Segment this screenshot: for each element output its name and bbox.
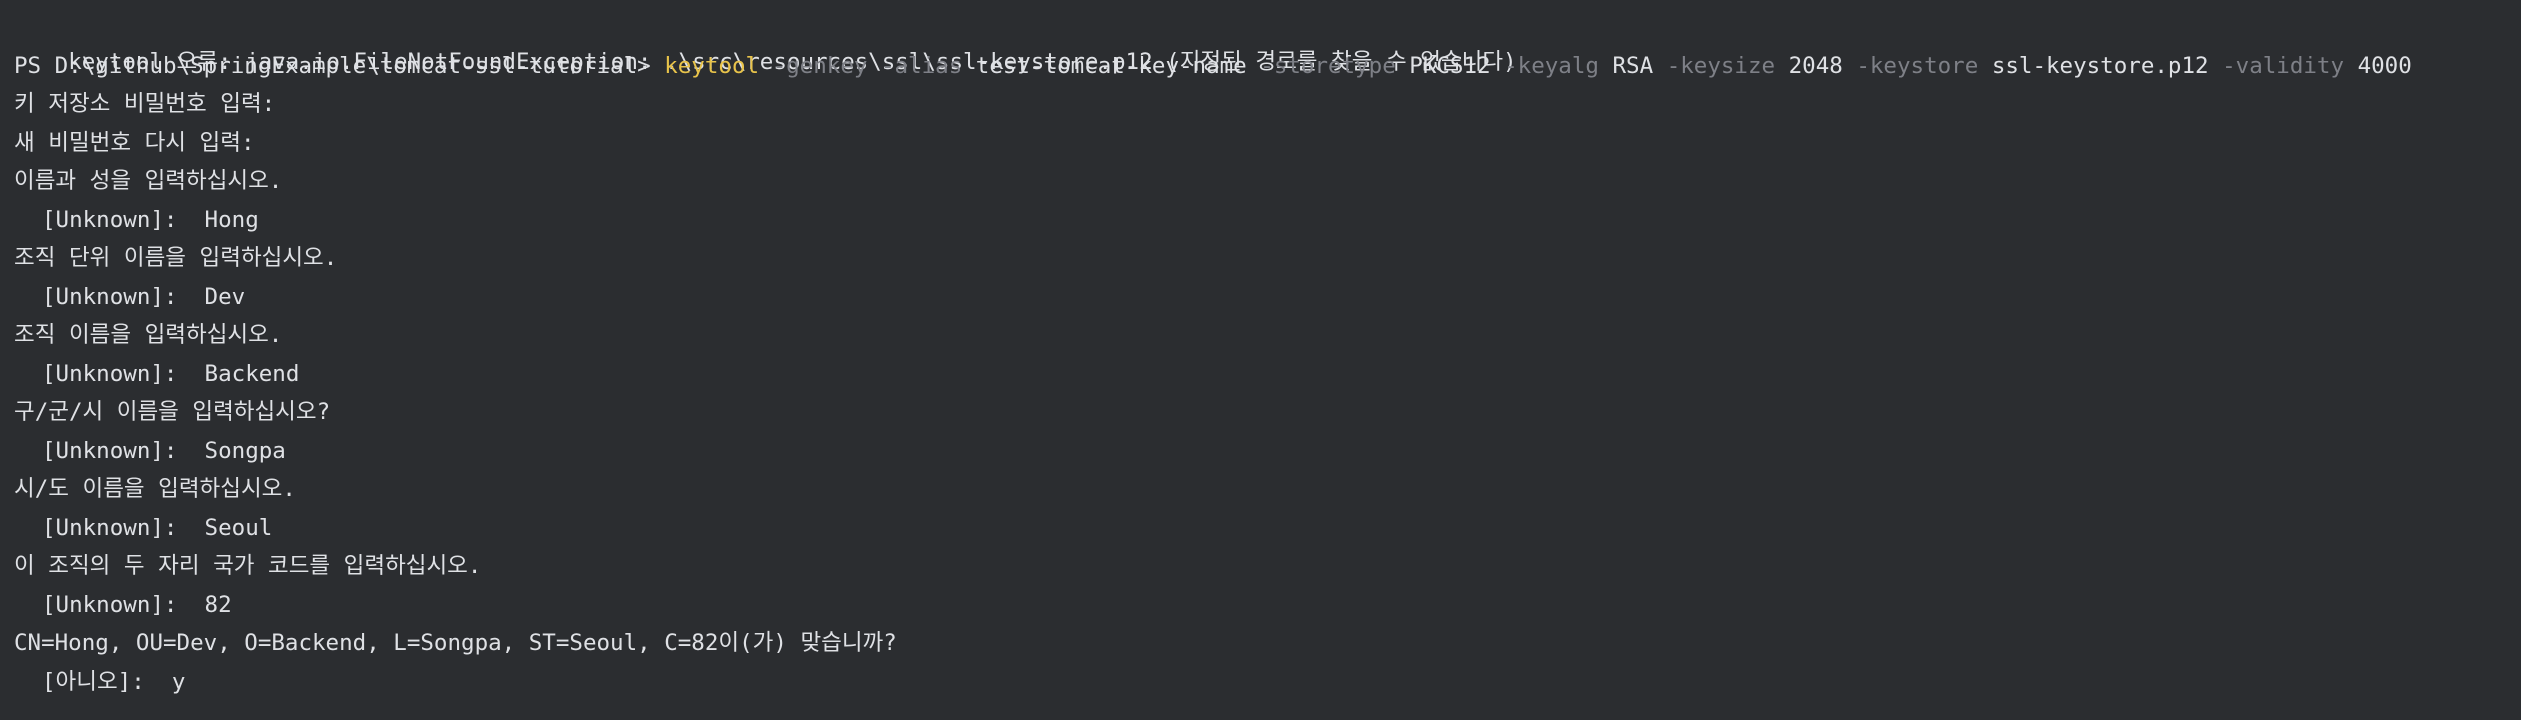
- flag-keystore: -keystore: [1856, 52, 1979, 79]
- alias-value: test-tomcat-key-name: [975, 52, 1247, 79]
- shell-prompt: PS D:\github\SpringExample\tomcat-ssl-tu…: [14, 52, 651, 79]
- keysize-value: 2048: [1788, 52, 1843, 79]
- country-answer: [Unknown]: 82: [42, 591, 232, 618]
- state-prompt: 시/도 이름을 입력하십시오.: [14, 476, 296, 502]
- city-answer: [Unknown]: Songpa: [42, 437, 286, 464]
- flag-genkey: -genkey: [772, 52, 868, 79]
- org-unit-prompt: 조직 단위 이름을 입력하십시오.: [14, 245, 338, 271]
- name-answer: [Unknown]: Hong: [42, 206, 259, 233]
- org-unit-answer: [Unknown]: Dev: [42, 283, 246, 310]
- flag-alias: -alias: [880, 52, 963, 79]
- flag-validity: -validity: [2222, 52, 2345, 79]
- keystore-value: ssl-keystore.p12: [1991, 52, 2209, 79]
- flag-keysize: -keysize: [1666, 52, 1776, 79]
- command-line: PS D:\github\SpringExample\tomcat-ssl-tu…: [14, 49, 2521, 88]
- state-answer: [Unknown]: Seoul: [42, 514, 273, 541]
- validity-value: 4000: [2357, 52, 2412, 79]
- command-name: keytool: [664, 52, 760, 79]
- org-answer: [Unknown]: Backend: [42, 360, 300, 387]
- name-prompt: 이름과 성을 입력하십시오.: [14, 168, 283, 194]
- error-line: keytool 오류: java.io.FileNotFoundExceptio…: [14, 10, 2521, 75]
- confirm-answer[interactable]: [아니오]: y: [14, 665, 2521, 704]
- flag-keyalg: -keyalg: [1504, 52, 1599, 79]
- keyalg-value: RSA: [1612, 52, 1654, 79]
- country-prompt: 이 조직의 두 자리 국가 코드를 입력하십시오.: [14, 553, 482, 579]
- city-prompt: 구/군/시 이름을 입력하십시오?: [14, 399, 331, 425]
- storetype-value: PKCS12: [1409, 52, 1491, 79]
- confirm-prompt: CN=Hong, OU=Dev, O=Backend, L=Songpa, ST…: [14, 630, 897, 656]
- keystore-password-prompt: 키 저장소 비밀번호 입력:: [14, 91, 276, 117]
- org-prompt: 조직 이름을 입력하십시오.: [14, 322, 283, 348]
- terminal-output[interactable]: keytool 오류: java.io.FileNotFoundExceptio…: [0, 0, 2521, 720]
- flag-storetype: -storetype: [1260, 52, 1396, 79]
- reenter-password-prompt: 새 비밀번호 다시 입력:: [14, 129, 255, 156]
